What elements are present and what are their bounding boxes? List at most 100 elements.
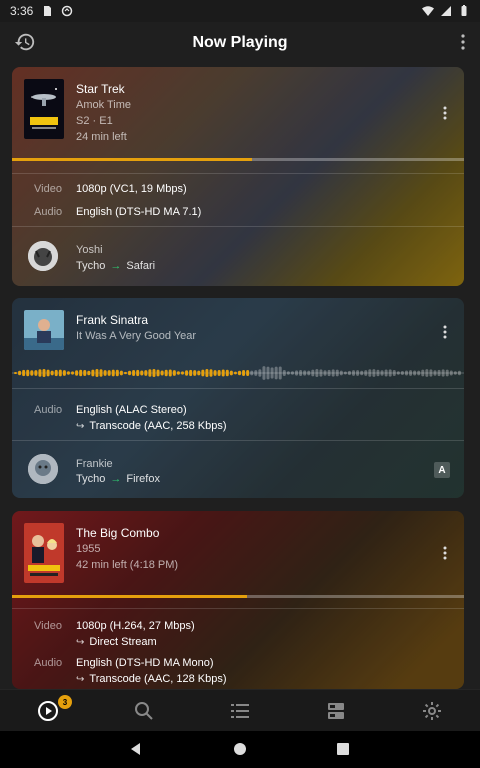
transcode-icon: ↪ (76, 673, 85, 685)
waveform-bar (180, 371, 184, 375)
waveform-bar (128, 370, 132, 376)
poster-star-trek (24, 79, 64, 139)
waveform-bar (148, 369, 152, 377)
video-stream: ↪ Direct Stream (76, 636, 157, 648)
waveform-bar (364, 370, 368, 376)
waveform-bar (311, 369, 315, 377)
transcode-icon: ↪ (76, 636, 85, 648)
waveform-bar (380, 370, 384, 376)
waveform-bar (229, 370, 233, 376)
waveform-bar (290, 371, 294, 375)
back-icon[interactable] (129, 742, 143, 756)
waveform-bar (339, 370, 343, 376)
waveform-bar (144, 370, 148, 376)
waveform-bar (323, 370, 327, 376)
home-icon[interactable] (233, 742, 247, 756)
recents-icon[interactable] (336, 742, 350, 756)
player-device: Tycho → Safari (76, 260, 155, 272)
arrow-right-icon: → (110, 260, 122, 272)
waveform-bar (254, 370, 258, 376)
waveform-bar (168, 369, 172, 377)
waveform-bar (123, 371, 127, 375)
now-playing-icon[interactable] (37, 700, 59, 722)
avatar (28, 241, 58, 271)
waveform-bar (156, 369, 160, 377)
waveform-bar (242, 370, 246, 376)
waveform-bar (388, 369, 392, 377)
waveform-bar (392, 370, 396, 376)
session-title: The Big Combo (76, 526, 160, 540)
waveform-bar (111, 369, 115, 377)
transcode-icon: ↪ (76, 420, 85, 432)
waveform-bar (441, 369, 445, 377)
server-icon[interactable] (325, 700, 347, 722)
overflow-menu-icon[interactable] (460, 33, 466, 51)
battery-icon (461, 5, 467, 16)
app-bar: Now Playing (0, 22, 480, 64)
video-value: 1080p (H.264, 27 Mbps) (76, 620, 195, 632)
waveform-bar (99, 369, 103, 377)
waveform-bar (91, 369, 95, 377)
waveform-bar (347, 370, 351, 376)
waveform-bar (413, 370, 417, 376)
waveform-bar (303, 370, 307, 376)
waveform-bar (185, 370, 189, 376)
waveform-bar (352, 370, 356, 376)
waveform-bar (250, 370, 254, 376)
waveform-bar (18, 370, 22, 376)
waveform-bar (66, 371, 70, 375)
user-name: Yoshi (76, 244, 103, 256)
session-menu-icon[interactable] (442, 545, 448, 561)
waveform-bar (221, 369, 225, 377)
player-device: Tycho → Firefox (76, 473, 160, 485)
waveform-bar (433, 370, 437, 376)
session-title: Star Trek (76, 82, 125, 96)
audio-label: Audio (34, 404, 63, 416)
list-icon[interactable] (229, 700, 251, 722)
waveform-bar (30, 370, 34, 376)
session-card-star-trek[interactable]: Star Trek Amok Time S2 · E1 24 min left … (12, 67, 464, 286)
waveform-bar (404, 370, 408, 376)
waveform-bar (107, 370, 111, 376)
arrow-right-icon: → (110, 473, 122, 485)
data-saver-icon (62, 5, 73, 17)
waveform-bar (299, 369, 303, 377)
waveform-bar (164, 369, 168, 377)
waveform-bar (205, 369, 209, 377)
waveform-bar (449, 370, 453, 376)
session-menu-icon[interactable] (442, 105, 448, 121)
settings-gear-icon[interactable] (421, 700, 443, 722)
waveform-bar (368, 369, 372, 377)
waveform-bar (327, 369, 331, 377)
audio-transcode: ↪ Transcode (AAC, 128 Kbps) (76, 673, 227, 685)
waveform-bar (453, 371, 457, 375)
page-title: Now Playing (192, 34, 288, 51)
audio-value: English (DTS-HD MA Mono) (76, 657, 214, 669)
waveform-bar (87, 370, 91, 376)
waveform-bar (176, 371, 180, 375)
waveform-bar (197, 370, 201, 376)
waveform-bar (115, 369, 119, 377)
session-time-left: 24 min left (76, 131, 127, 143)
session-card-frank-sinatra[interactable]: Frank Sinatra It Was A Very Good Year Au… (12, 298, 464, 498)
waveform-bar (58, 369, 62, 377)
waveform-bar (14, 372, 17, 374)
search-icon[interactable] (133, 700, 155, 722)
video-value: 1080p (VC1, 19 Mbps) (76, 183, 187, 195)
session-card-big-combo[interactable]: The Big Combo 1955 42 min left (4:18 PM)… (12, 511, 464, 689)
waveform-bar (425, 369, 429, 377)
system-navigation-bar (0, 731, 480, 768)
waveform-bar (360, 370, 364, 376)
player-name: Tycho (76, 260, 106, 272)
waveform-bar (201, 369, 205, 377)
waveform-bar (132, 369, 136, 377)
waveform-bar (160, 370, 164, 376)
avatar (28, 454, 58, 484)
waveform-bar (278, 366, 282, 380)
poster-big-combo (24, 523, 64, 583)
waveform-bar (189, 369, 193, 377)
session-menu-icon[interactable] (442, 324, 448, 340)
playback-progress (12, 595, 464, 598)
waveform-bar (258, 369, 262, 377)
waveform-bar (376, 369, 380, 377)
